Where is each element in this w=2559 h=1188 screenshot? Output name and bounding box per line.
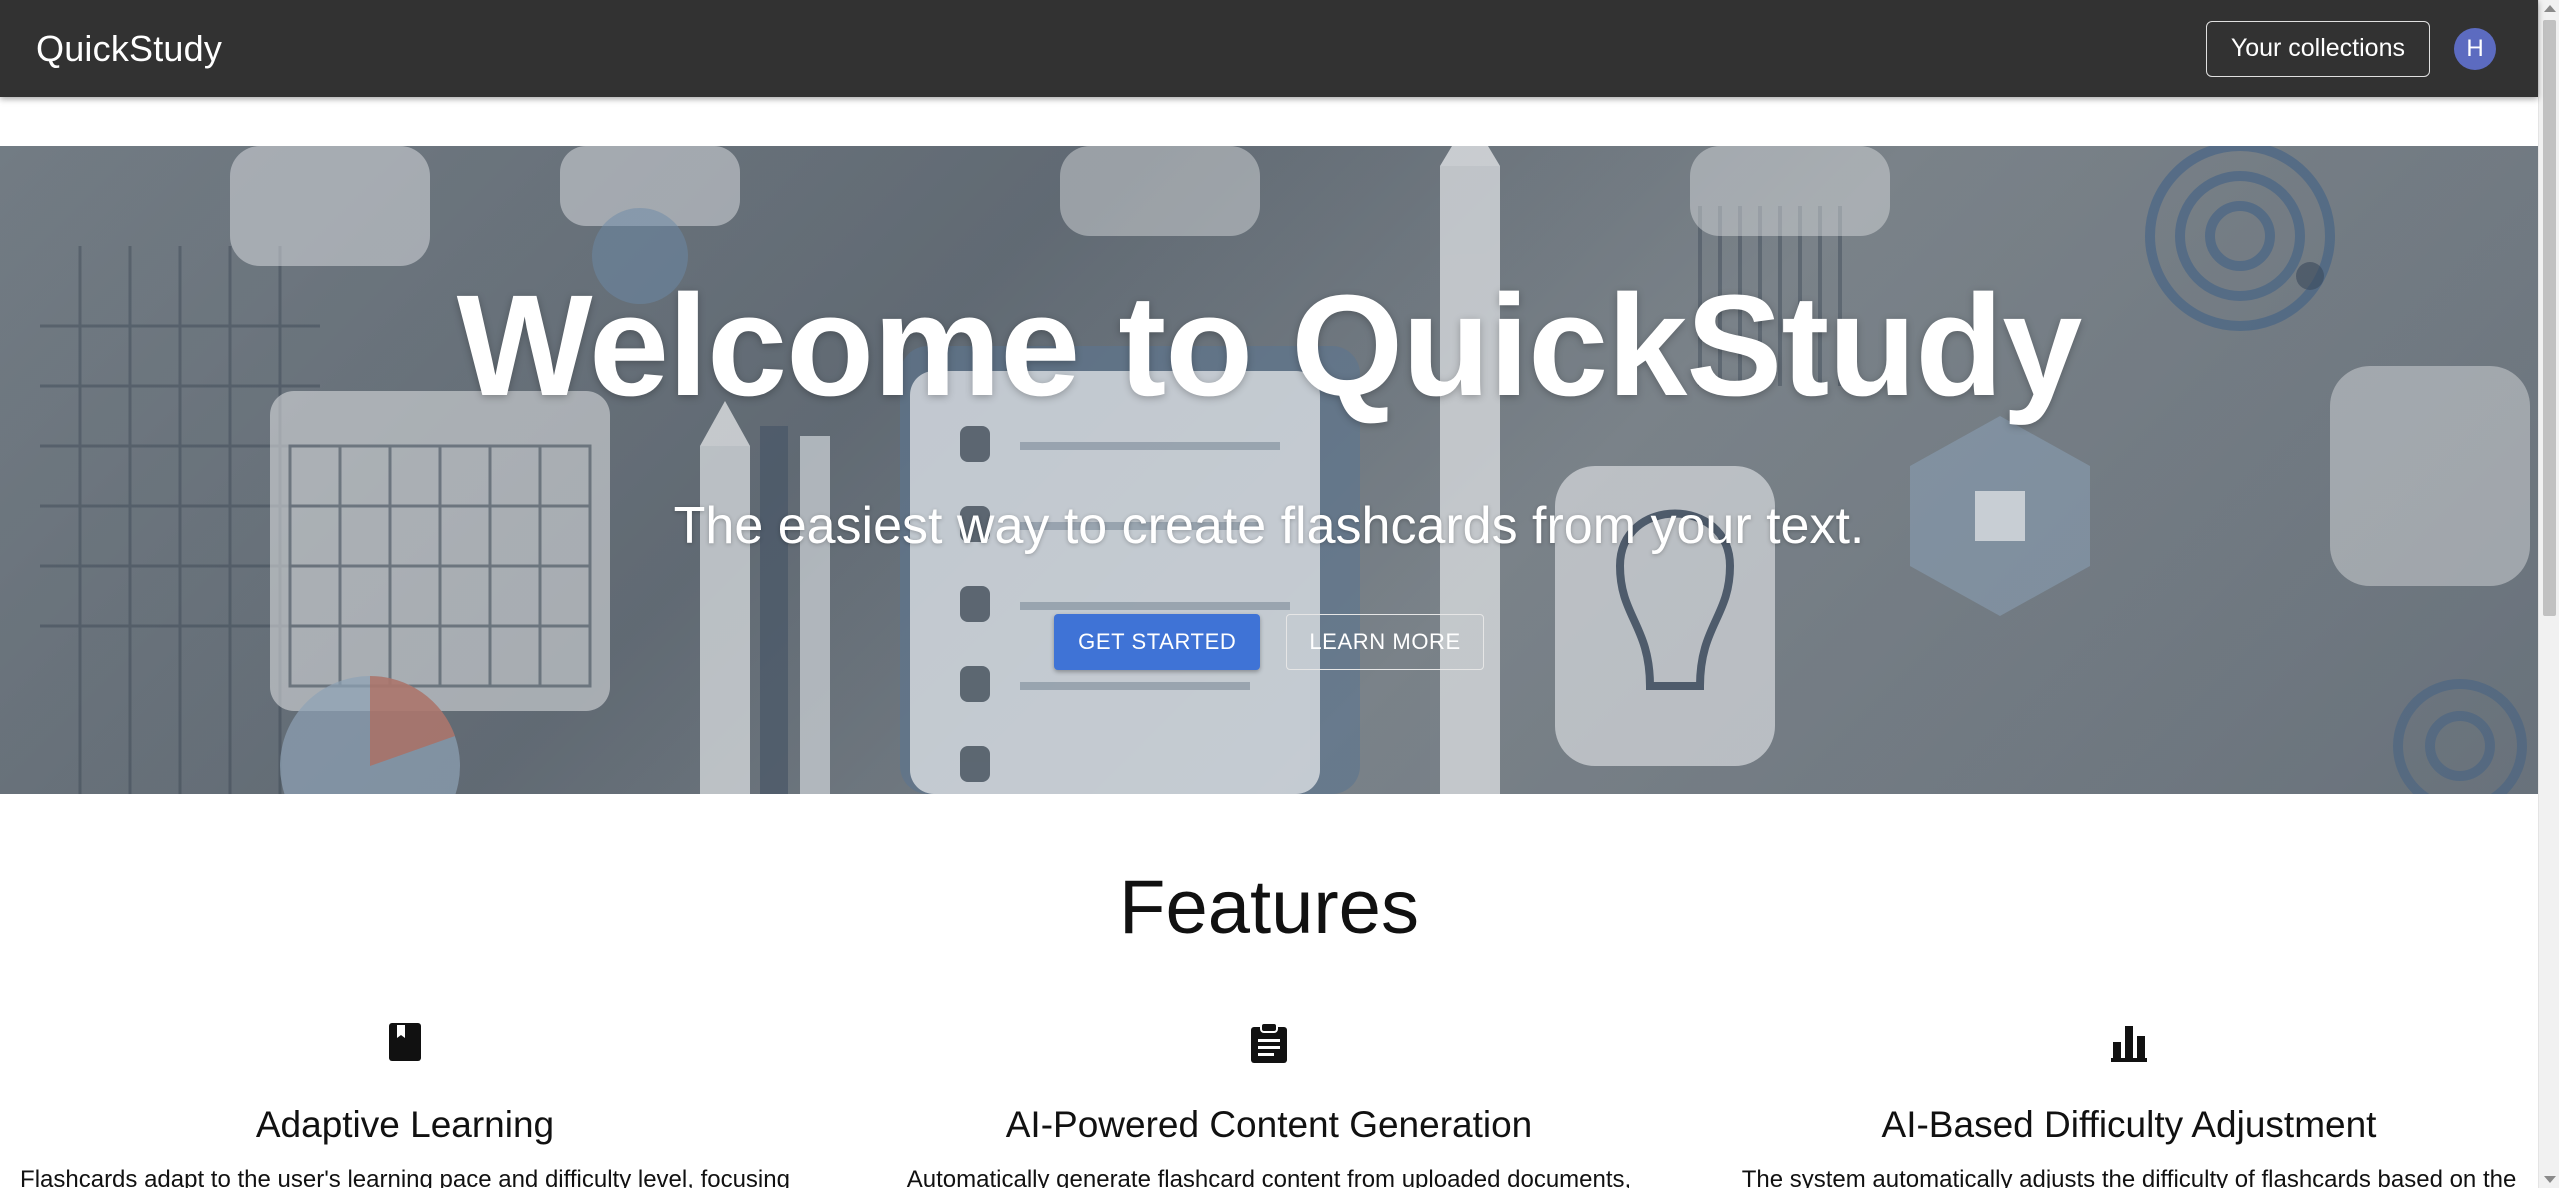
hero-title: Welcome to QuickStudy: [456, 265, 2083, 426]
feature-description: The system automatically adjusts the dif…: [1741, 1166, 2517, 1188]
clipboard-icon: [874, 1022, 1664, 1068]
vertical-scrollbar[interactable]: [2538, 0, 2559, 1188]
hero-subtitle: The easiest way to create flashcards fro…: [673, 497, 1865, 555]
features-heading: Features: [1119, 865, 1419, 950]
user-avatar[interactable]: H: [2454, 27, 2496, 70]
hero-actions: GET STARTED LEARN MORE: [1054, 614, 1484, 670]
brand-logo[interactable]: QuickStudy: [36, 28, 222, 70]
bar-chart-icon: [1734, 1022, 2524, 1068]
feature-title: Adaptive Learning: [255, 1104, 555, 1145]
book-icon: [10, 1022, 800, 1068]
feature-description: Automatically generate flashcard content…: [906, 1166, 1632, 1188]
page: QuickStudy Your collections H Welcome to…: [0, 0, 2559, 1188]
get-started-button[interactable]: GET STARTED: [1054, 614, 1261, 670]
feature-title: AI-Based Difficulty Adjustment: [1881, 1104, 2377, 1145]
hero-section: Welcome to QuickStudy The easiest way to…: [0, 146, 2538, 794]
feature-card-adaptive-learning: Adaptive Learning Flashcards adapt to th…: [10, 1022, 800, 1188]
feature-card-ai-content-generation: AI-Powered Content Generation Automatica…: [874, 1022, 1664, 1188]
scroll-up-arrow-icon[interactable]: [2544, 5, 2556, 12]
hero-content: Welcome to QuickStudy The easiest way to…: [0, 146, 2538, 794]
app-bar: QuickStudy Your collections H: [0, 0, 2538, 97]
your-collections-button[interactable]: Your collections: [2205, 20, 2430, 77]
feature-title: AI-Powered Content Generation: [1005, 1104, 1533, 1145]
app-bar-actions: Your collections H: [2205, 20, 2502, 77]
scroll-thumb[interactable]: [2543, 20, 2556, 616]
feature-card-ai-difficulty-adjustment: AI-Based Difficulty Adjustment The syste…: [1734, 1022, 2524, 1188]
scroll-down-arrow-icon[interactable]: [2544, 1176, 2556, 1183]
learn-more-button[interactable]: LEARN MORE: [1286, 614, 1484, 670]
feature-description: Flashcards adapt to the user's learning …: [20, 1166, 790, 1188]
